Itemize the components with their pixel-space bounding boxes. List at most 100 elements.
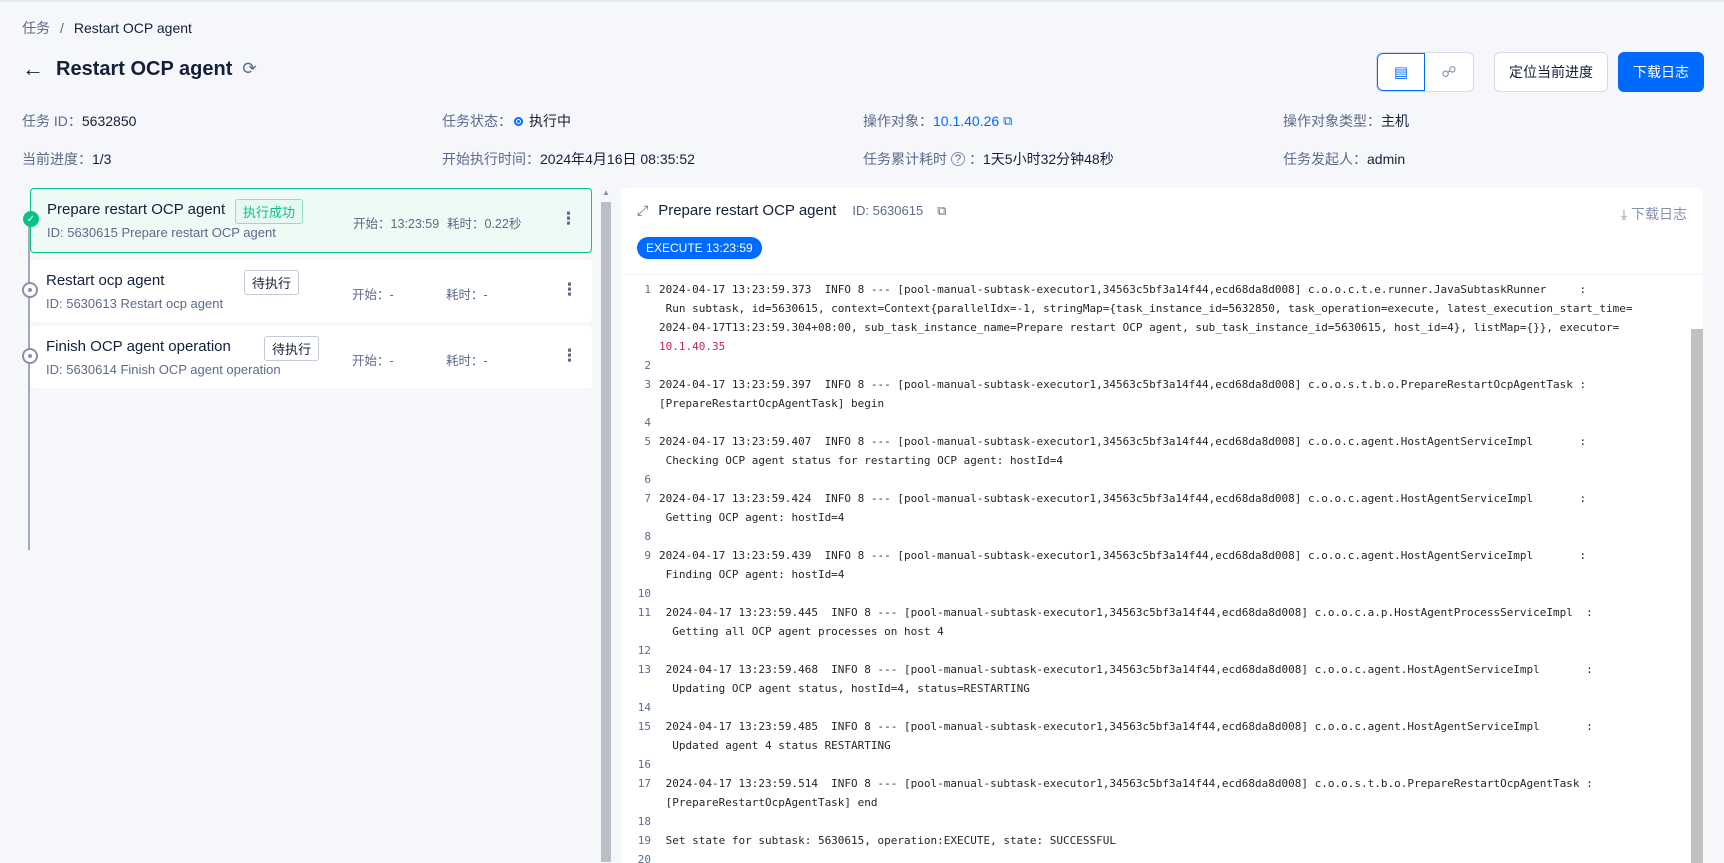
log-text: Finding OCP agent: hostId=4 xyxy=(659,568,845,581)
log-download-link[interactable]: ⤓ 下载日志 xyxy=(1621,204,1687,224)
scrollbar-thumb[interactable] xyxy=(601,202,611,862)
subtask-cost: 耗时：0.22秒 xyxy=(447,217,522,231)
log-line: 7 2024-04-17 13:23:59.424 INFO 8 --- [poo… xyxy=(644,492,1587,505)
info-label: 操作对象类型： xyxy=(1283,113,1381,129)
info-target-type: 操作对象类型： 主机 xyxy=(1283,112,1702,130)
log-line: 17 2024-04-17 13:23:59.514 INFO 8 --- [p… xyxy=(637,777,1593,790)
log-text: [PrepareRestartOcpAgentTask] end xyxy=(659,796,878,809)
info-value: 2024年4月16日 08:35:52 xyxy=(540,151,695,167)
info-value: 5632850 xyxy=(81,113,137,129)
subtask-card[interactable]: ✓ Prepare restart OCP agent 执行成功 ID: 563… xyxy=(23,188,592,253)
log-line: Getting OCP agent: hostId=4 xyxy=(621,508,1681,527)
more-icon[interactable]: ⋮ xyxy=(561,346,578,366)
log-text: Getting OCP agent: hostId=4 xyxy=(659,511,845,524)
expand-icon[interactable]: ⤢ xyxy=(637,202,648,219)
log-line: Run subtask, id=5630615, context=Context… xyxy=(621,299,1681,318)
log-line: 19 Set state for subtask: 5630615, opera… xyxy=(637,834,1116,847)
log-line: 15 2024-04-17 13:23:59.485 INFO 8 --- [p… xyxy=(637,720,1593,733)
log-line: 14 xyxy=(637,701,651,714)
info-value: 主机 xyxy=(1381,113,1409,129)
execute-pill[interactable]: EXECUTE 13:23:59 xyxy=(637,237,762,259)
info-label-colon: ： xyxy=(969,151,983,167)
log-text: [PrepareRestartOcpAgentTask] begin xyxy=(659,397,885,410)
status-value: 执行中 xyxy=(529,113,571,129)
scroll-up-icon[interactable]: ▲ xyxy=(602,188,610,197)
subtask-card[interactable]: Finish OCP agent operation 待执行 ID: 56306… xyxy=(22,326,592,388)
log-subtask-id: ID: 5630615 xyxy=(852,203,924,218)
info-elapsed: 任务累计耗时 ? ： 1天5小时32分钟48秒 xyxy=(863,150,1283,168)
log-scrollbar[interactable] xyxy=(1691,329,1703,863)
breadcrumb-parent-link[interactable]: 任务 xyxy=(22,18,50,38)
log-line: 6 xyxy=(644,473,651,486)
subtask-cost: 耗时：- xyxy=(446,354,488,368)
log-line: 11 2024-04-17 13:23:59.445 INFO 8 --- [p… xyxy=(637,606,1593,619)
info-target: 操作对象： 10.1.40.26 ⧉ xyxy=(863,112,1283,130)
top-divider xyxy=(0,0,1724,2)
subtask-start: 开始：13:23:59 xyxy=(353,217,440,231)
log-line: Finding OCP agent: hostId=4 xyxy=(621,565,1681,584)
log-text: 2024-04-17 13:23:59.424 INFO 8 --- [pool… xyxy=(659,492,1587,505)
log-text: Run subtask, id=5630615, context=Context… xyxy=(659,302,1633,315)
tree-view-icon[interactable]: ☍ xyxy=(1425,53,1473,91)
log-download-label: 下载日志 xyxy=(1631,206,1687,222)
copy-icon[interactable]: ⧉ xyxy=(937,203,946,219)
log-line: 13 2024-04-17 13:23:59.468 INFO 8 --- [p… xyxy=(637,663,1593,676)
log-line: 10.1.40.35 xyxy=(621,337,1681,356)
list-view-icon[interactable]: ▤ xyxy=(1377,53,1425,91)
download-log-button[interactable]: 下载日志 xyxy=(1618,52,1704,92)
log-line: 2024-04-17T13:23:59.304+08:00, sub_task_… xyxy=(621,318,1681,337)
log-title: Prepare restart OCP agent xyxy=(658,202,837,219)
log-line: 18 xyxy=(637,815,651,828)
log-line: [PrepareRestartOcpAgentTask] end xyxy=(621,793,1681,812)
breadcrumb-separator: / xyxy=(60,20,64,36)
log-text: Checking OCP agent status for restarting… xyxy=(659,454,1063,467)
status-badge: 执行成功 xyxy=(235,199,304,224)
log-text: 10.1.40.35 xyxy=(659,340,726,353)
log-line: Checking OCP agent status for restarting… xyxy=(621,451,1681,470)
subtask-cost: 耗时：- xyxy=(446,288,488,302)
target-link[interactable]: 10.1.40.26 xyxy=(933,113,999,129)
info-task-id: 任务 ID： 5632850 xyxy=(22,112,442,130)
help-icon[interactable]: ? xyxy=(951,152,965,166)
more-icon[interactable]: ⋮ xyxy=(561,280,578,300)
log-text: 2024-04-17 13:23:59.407 INFO 8 --- [pool… xyxy=(659,435,1587,448)
log-line: Updating OCP agent status, hostId=4, sta… xyxy=(621,679,1681,698)
info-label: 任务 ID： xyxy=(22,113,82,129)
subtask-card[interactable]: Restart ocp agent 待执行 ID: 5630613 Restar… xyxy=(22,260,592,322)
info-progress: 当前进度： 1/3 xyxy=(22,150,442,168)
task-info: 任务 ID： 5632850 任务状态： 执行中 操作对象： 10.1.40.2… xyxy=(22,112,1702,168)
breadcrumb: 任务 / Restart OCP agent xyxy=(22,18,192,38)
log-line: 10 xyxy=(637,587,651,600)
log-content: 1 2024-04-17 13:23:59.373 INFO 8 --- [poo… xyxy=(621,274,1703,863)
subtask-start: 开始：- xyxy=(352,288,394,302)
info-value: 1天5小时32分钟48秒 xyxy=(983,151,1114,167)
log-line: 12 xyxy=(637,644,651,657)
subtask-id: ID: 5630615 Prepare restart OCP agent xyxy=(47,225,276,240)
subtask-start: 开始：- xyxy=(352,354,394,368)
log-line: [PrepareRestartOcpAgentTask] begin xyxy=(621,394,1681,413)
arrow-left-icon[interactable]: ← xyxy=(22,56,44,82)
log-line: 8 xyxy=(644,530,651,543)
log-text: Getting all OCP agent processes on host … xyxy=(659,625,944,638)
locate-progress-button[interactable]: 定位当前进度 xyxy=(1494,52,1608,92)
panel-splitter[interactable]: ▲ xyxy=(600,188,612,863)
log-line: 1 2024-04-17 13:23:59.373 INFO 8 --- [poo… xyxy=(644,283,1587,296)
log-text: 2024-04-17 13:23:59.373 INFO 8 --- [pool… xyxy=(659,283,1587,296)
log-line: Getting all OCP agent processes on host … xyxy=(621,622,1681,641)
info-label: 任务累计耗时 xyxy=(863,151,947,167)
info-label: 任务状态： xyxy=(442,113,512,129)
log-line: 16 xyxy=(637,758,651,771)
log-line: Updated agent 4 status RESTARTING xyxy=(621,736,1681,755)
refresh-icon[interactable]: ⟳ xyxy=(242,59,256,79)
copy-icon[interactable]: ⧉ xyxy=(1003,113,1012,129)
info-label: 开始执行时间： xyxy=(442,151,540,167)
log-header: ⤢ Prepare restart OCP agent ID: 5630615 … xyxy=(637,202,947,219)
log-text: 2024-04-17 13:23:59.397 INFO 8 --- [pool… xyxy=(659,378,1587,391)
download-icon: ⤓ xyxy=(1620,206,1628,222)
info-label: 任务发起人： xyxy=(1283,151,1367,167)
info-label: 当前进度： xyxy=(22,151,92,167)
more-icon[interactable]: ⋮ xyxy=(560,209,577,229)
log-text: 2024-04-17 13:23:59.445 INFO 8 --- [pool… xyxy=(659,606,1593,619)
log-line: 3 2024-04-17 13:23:59.397 INFO 8 --- [poo… xyxy=(644,378,1587,391)
log-line: 20 xyxy=(637,853,651,863)
